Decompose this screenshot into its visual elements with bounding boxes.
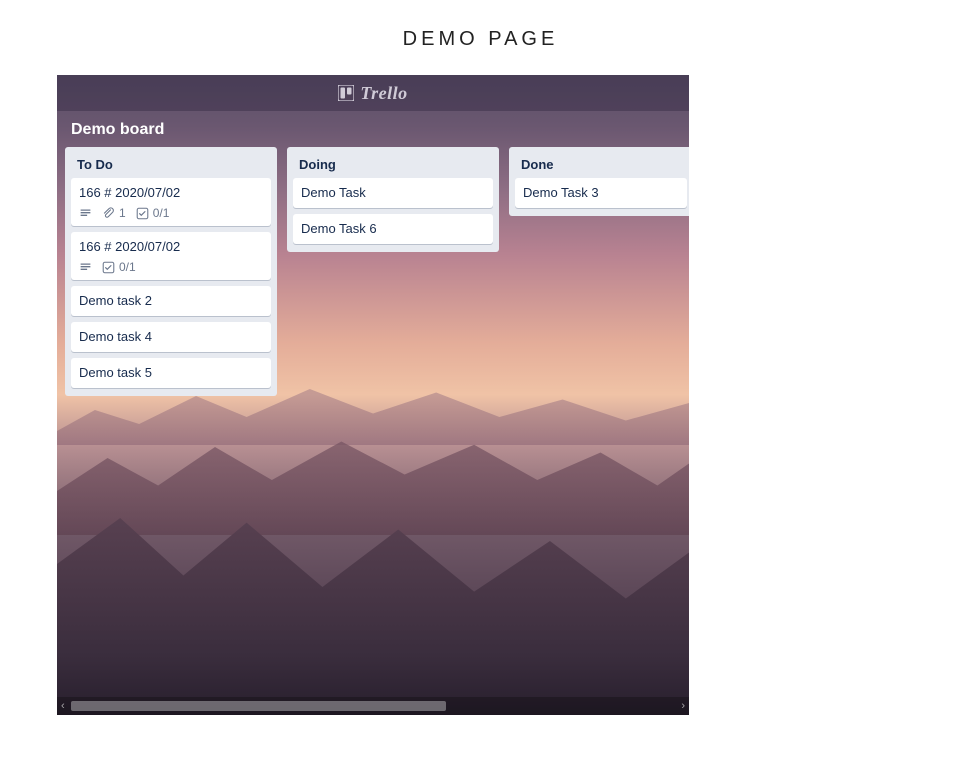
attachments-badge: 1: [102, 206, 126, 220]
description-icon: [79, 261, 92, 274]
card-title: Demo task 2: [79, 292, 263, 310]
board-lists: To Do 166 # 2020/07/02 1 0/1 166 # 2020/…: [57, 147, 689, 396]
scroll-left-arrow-icon[interactable]: ‹: [61, 700, 65, 712]
card-badges: 0/1: [79, 260, 263, 274]
card[interactable]: Demo Task: [293, 178, 493, 208]
card-title: 166 # 2020/07/02: [79, 238, 263, 256]
card-title: Demo Task 3: [523, 184, 679, 202]
description-icon: [79, 207, 92, 220]
list-title[interactable]: Done: [515, 153, 687, 178]
card-badges: 1 0/1: [79, 206, 263, 220]
scrollbar-thumb[interactable]: [71, 701, 446, 711]
card-title: Demo task 4: [79, 328, 263, 346]
list-title[interactable]: Doing: [293, 153, 493, 178]
card-title: Demo task 5: [79, 364, 263, 382]
trello-board-icon: [338, 85, 354, 101]
trello-topbar: Trello: [57, 75, 689, 111]
card-title: Demo Task: [301, 184, 485, 202]
card-title: 166 # 2020/07/02: [79, 184, 263, 202]
checklist-icon: [102, 261, 115, 274]
horizontal-scrollbar[interactable]: ‹ ›: [57, 697, 689, 715]
list-done[interactable]: Done Demo Task 3: [509, 147, 689, 216]
page-title: DEMO PAGE: [0, 0, 961, 75]
paperclip-icon: [102, 207, 115, 220]
card[interactable]: Demo task 5: [71, 358, 271, 388]
list-title[interactable]: To Do: [71, 153, 271, 178]
trello-logo[interactable]: Trello: [338, 83, 407, 104]
trello-board-embed: Trello Demo board To Do 166 # 2020/07/02…: [57, 75, 689, 715]
list-todo[interactable]: To Do 166 # 2020/07/02 1 0/1 166 # 2020/…: [65, 147, 277, 396]
trello-logo-text: Trello: [360, 83, 407, 104]
checklist-icon: [136, 207, 149, 220]
checklist-badge: 0/1: [136, 206, 170, 220]
scroll-right-arrow-icon[interactable]: ›: [681, 700, 685, 712]
list-doing[interactable]: Doing Demo Task Demo Task 6: [287, 147, 499, 252]
card[interactable]: Demo task 4: [71, 322, 271, 352]
scrollbar-track[interactable]: [71, 701, 676, 711]
card[interactable]: Demo Task 6: [293, 214, 493, 244]
board-name[interactable]: Demo board: [71, 121, 675, 139]
card[interactable]: 166 # 2020/07/02 1 0/1: [71, 178, 271, 226]
board-header: Demo board: [57, 111, 689, 147]
card[interactable]: 166 # 2020/07/02 0/1: [71, 232, 271, 280]
card[interactable]: Demo Task 3: [515, 178, 687, 208]
card-title: Demo Task 6: [301, 220, 485, 238]
card[interactable]: Demo task 2: [71, 286, 271, 316]
checklist-badge: 0/1: [102, 260, 136, 274]
